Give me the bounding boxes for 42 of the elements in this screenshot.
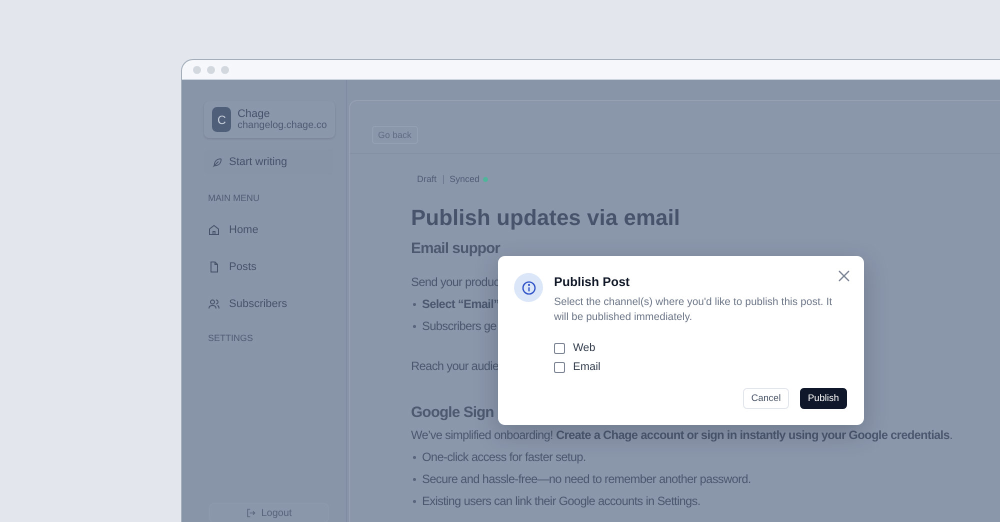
bullet-icon xyxy=(413,302,416,306)
checkbox-label: Web xyxy=(573,342,596,354)
workspace-name: Chage xyxy=(237,108,271,120)
checkbox-label: Email xyxy=(573,361,601,373)
paragraph: We’ve simplified onboarding! Create a Chage account or sign in instantly using your Google credentials. xyxy=(411,428,952,442)
paragraph: Reach your audie xyxy=(411,359,499,373)
section-heading: SETTINGS xyxy=(208,333,254,343)
workspace-avatar: C xyxy=(212,107,232,132)
feather-icon xyxy=(212,156,223,168)
sync-status: Synced xyxy=(450,174,480,184)
sidebar-item[interactable]: Posts xyxy=(208,258,335,275)
list-item: Select “Email” xyxy=(422,297,500,311)
paragraph: Send your produc xyxy=(411,275,500,289)
list-item: Secure and hassle-free—no need to remember another password. xyxy=(422,472,751,486)
list-item: One-click access for faster setup. xyxy=(422,450,586,464)
sidebar-item[interactable]: Subscribers xyxy=(208,295,335,312)
checkbox[interactable] xyxy=(554,362,565,372)
checkbox[interactable] xyxy=(554,342,565,354)
section-heading: Google Sign xyxy=(411,405,494,420)
sidebar-item[interactable]: Home xyxy=(208,221,335,238)
draft-status: Draft xyxy=(417,174,437,184)
cancel-button[interactable]: Cancel xyxy=(743,388,789,409)
list-item: Subscribers ge xyxy=(422,319,496,333)
list-item: Existing users can link their Google accounts in Settings. xyxy=(422,494,700,508)
document-icon xyxy=(208,260,220,272)
info-icon xyxy=(514,273,543,302)
dialog-message: Select the channel(s) where you'd like to publish this post. It will be published immediately. xyxy=(554,295,834,325)
users-icon xyxy=(208,298,220,310)
home-icon xyxy=(208,224,220,236)
dialog-title: Publish Post xyxy=(554,275,631,289)
workspace-card[interactable]: C Chage changelog.chage.co xyxy=(204,101,335,138)
close-button[interactable] xyxy=(838,270,850,282)
logout-icon xyxy=(246,508,256,518)
publish-button[interactable]: Publish xyxy=(800,388,847,409)
bullet-icon xyxy=(413,500,416,502)
workspace-domain: changelog.chage.co xyxy=(237,120,327,131)
section-heading: Email suppor xyxy=(411,241,500,256)
section-heading: MAIN MENU xyxy=(208,193,260,203)
bullet-icon xyxy=(413,324,416,328)
post-title: Publish updates via email xyxy=(411,205,681,231)
bullet-icon xyxy=(413,456,416,458)
bullet-icon xyxy=(413,478,416,480)
